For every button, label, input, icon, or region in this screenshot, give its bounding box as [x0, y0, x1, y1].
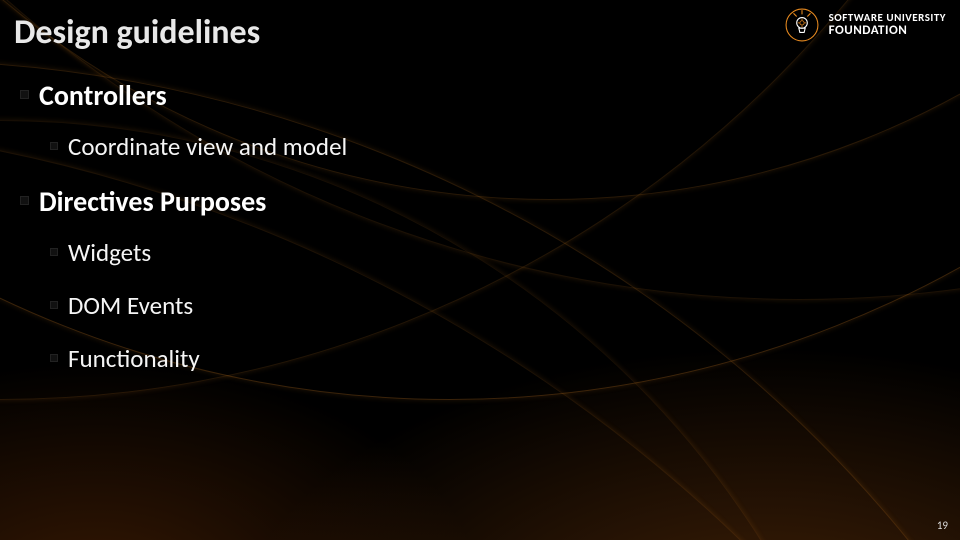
bullet-level1: Controllers [20, 78, 920, 113]
bullet-level2: Widgets [50, 237, 920, 268]
bullet-text: Functionality [68, 343, 200, 374]
bullet-text: Directives Purposes [39, 184, 266, 219]
bullet-text: DOM Events [68, 290, 193, 321]
square-bullet-icon [50, 354, 58, 362]
bullet-level2: Functionality [50, 343, 920, 374]
brand-logo-text: SOFTWARE UNIVERSITY FOUNDATION [829, 12, 946, 37]
square-bullet-icon [50, 248, 58, 256]
slide-content: Controllers Coordinate view and model Di… [20, 78, 920, 396]
brand-line-2: FOUNDATION [829, 24, 946, 38]
bullet-level2: DOM Events [50, 290, 920, 321]
square-bullet-icon [50, 301, 58, 309]
square-bullet-icon [20, 196, 29, 205]
lightbulb-gear-icon [785, 8, 819, 42]
bullet-text: Coordinate view and model [68, 131, 347, 162]
bullet-text: Controllers [39, 78, 167, 113]
bullet-level1: Directives Purposes [20, 184, 920, 219]
bullet-level2: Coordinate view and model [50, 131, 920, 162]
bullet-text: Widgets [68, 237, 151, 268]
square-bullet-icon [20, 90, 29, 99]
slide-title: Design guidelines [14, 12, 260, 53]
page-number: 19 [937, 519, 948, 532]
square-bullet-icon [50, 142, 58, 150]
brand-logo: SOFTWARE UNIVERSITY FOUNDATION [785, 8, 946, 42]
